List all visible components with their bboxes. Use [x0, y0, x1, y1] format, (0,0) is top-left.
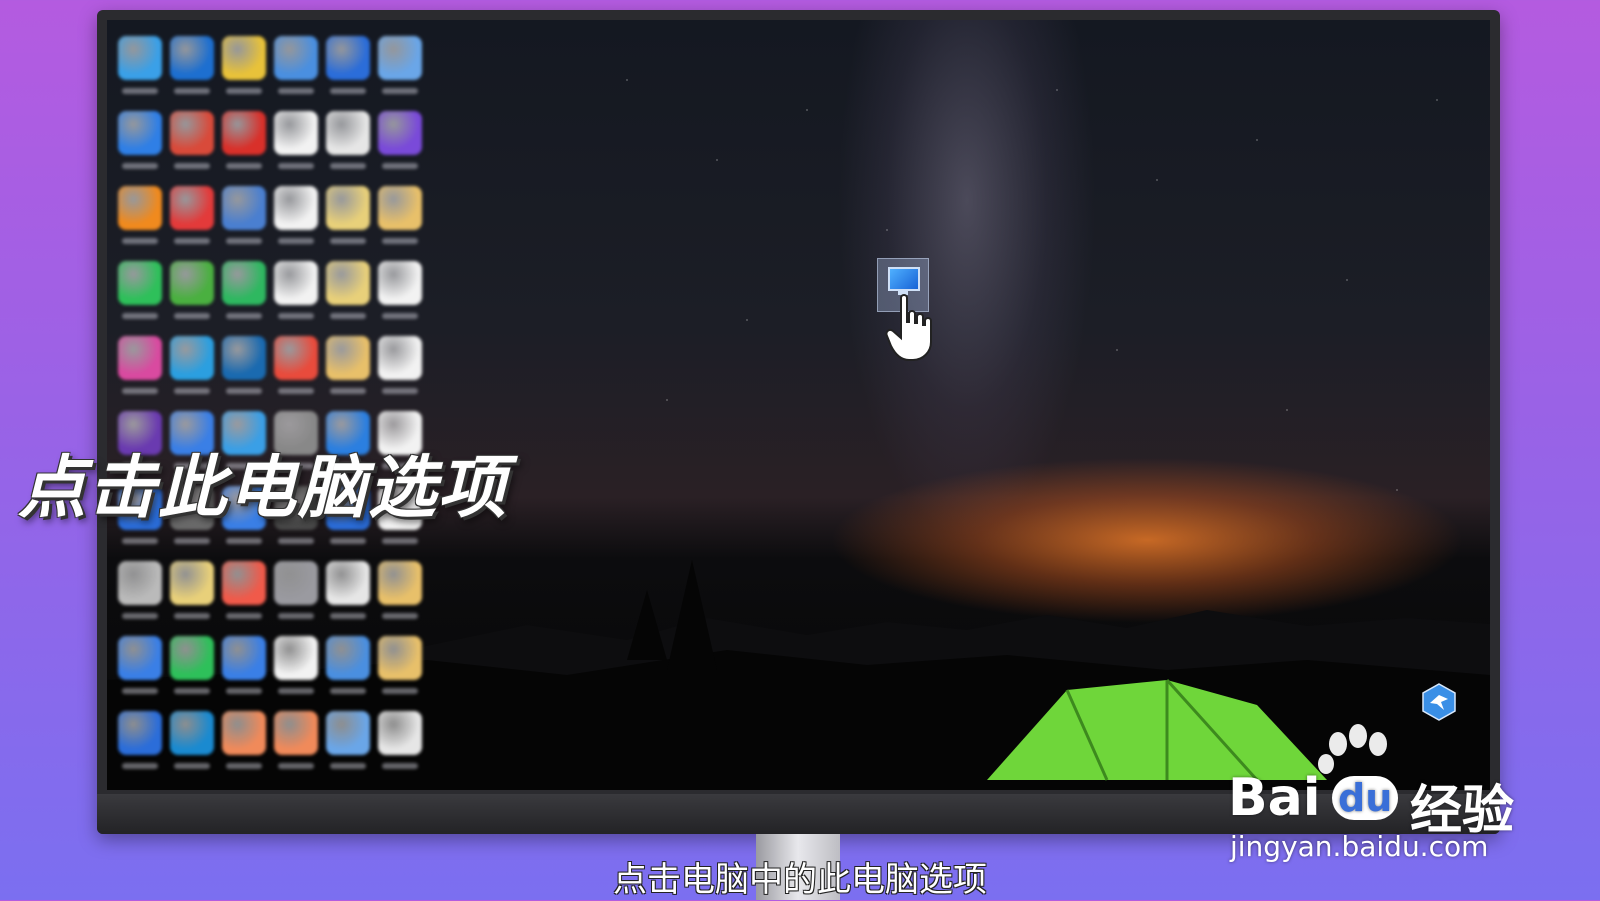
desktop-app-icon[interactable] [326, 561, 370, 619]
monitor-frame [97, 10, 1500, 834]
desktop-app-icon[interactable] [170, 636, 214, 694]
desktop-app-icon[interactable] [222, 111, 266, 169]
desktop-app-icon[interactable] [378, 36, 422, 94]
desktop-app-icon[interactable] [378, 561, 422, 619]
desktop-app-icon[interactable] [118, 261, 162, 319]
desktop-app-icon[interactable] [118, 36, 162, 94]
desktop-icon-grid [115, 34, 425, 784]
watermark-url: jingyan.baidu.com [1230, 830, 1489, 863]
hand-pointer-icon [885, 294, 932, 361]
desktop-app-icon[interactable] [378, 711, 422, 769]
desktop-app-icon[interactable] [170, 261, 214, 319]
desktop-app-icon[interactable] [326, 336, 370, 394]
desktop-app-icon[interactable] [274, 261, 318, 319]
desktop-app-icon[interactable] [118, 336, 162, 394]
desktop-app-icon[interactable] [222, 261, 266, 319]
desktop-app-icon[interactable] [118, 111, 162, 169]
desktop-app-icon[interactable] [326, 186, 370, 244]
desktop-app-icon[interactable] [274, 711, 318, 769]
watermark-brand-mid: du [1332, 776, 1399, 820]
desktop-app-icon[interactable] [222, 36, 266, 94]
desktop-app-icon[interactable] [118, 561, 162, 619]
desktop-app-icon[interactable] [326, 261, 370, 319]
watermark-brand-left: Bai [1228, 768, 1321, 828]
desktop-app-icon[interactable] [170, 711, 214, 769]
desktop-app-icon[interactable] [378, 111, 422, 169]
desktop-app-icon[interactable] [170, 186, 214, 244]
computer-monitor-icon [888, 267, 920, 291]
desktop-app-icon[interactable] [170, 561, 214, 619]
desktop-app-icon[interactable] [170, 36, 214, 94]
desktop-app-icon[interactable] [222, 561, 266, 619]
desktop-app-icon[interactable] [326, 711, 370, 769]
desktop-app-icon[interactable] [378, 186, 422, 244]
desktop-app-icon[interactable] [118, 186, 162, 244]
desktop-app-icon[interactable] [170, 336, 214, 394]
desktop-app-icon[interactable] [326, 111, 370, 169]
desktop-app-icon[interactable] [118, 636, 162, 694]
desktop-app-icon[interactable] [326, 36, 370, 94]
desktop-screen[interactable] [107, 20, 1490, 790]
overlay-title: 点击此电脑选项 [18, 449, 509, 528]
desktop-app-icon[interactable] [378, 261, 422, 319]
desktop-app-icon[interactable] [274, 186, 318, 244]
desktop-app-icon[interactable] [118, 711, 162, 769]
desktop-app-icon[interactable] [274, 561, 318, 619]
desktop-app-icon[interactable] [274, 636, 318, 694]
desktop-app-icon[interactable] [326, 636, 370, 694]
desktop-app-icon[interactable] [222, 186, 266, 244]
desktop-app-icon[interactable] [378, 636, 422, 694]
desktop-app-icon[interactable] [378, 336, 422, 394]
desktop-app-icon[interactable] [274, 36, 318, 94]
desktop-app-icon[interactable] [274, 336, 318, 394]
desktop-app-icon[interactable] [222, 336, 266, 394]
desktop-app-icon[interactable] [222, 711, 266, 769]
tray-bird-icon[interactable] [1422, 683, 1456, 721]
desktop-app-icon[interactable] [222, 636, 266, 694]
desktop-app-icon[interactable] [274, 111, 318, 169]
desktop-app-icon[interactable] [170, 111, 214, 169]
